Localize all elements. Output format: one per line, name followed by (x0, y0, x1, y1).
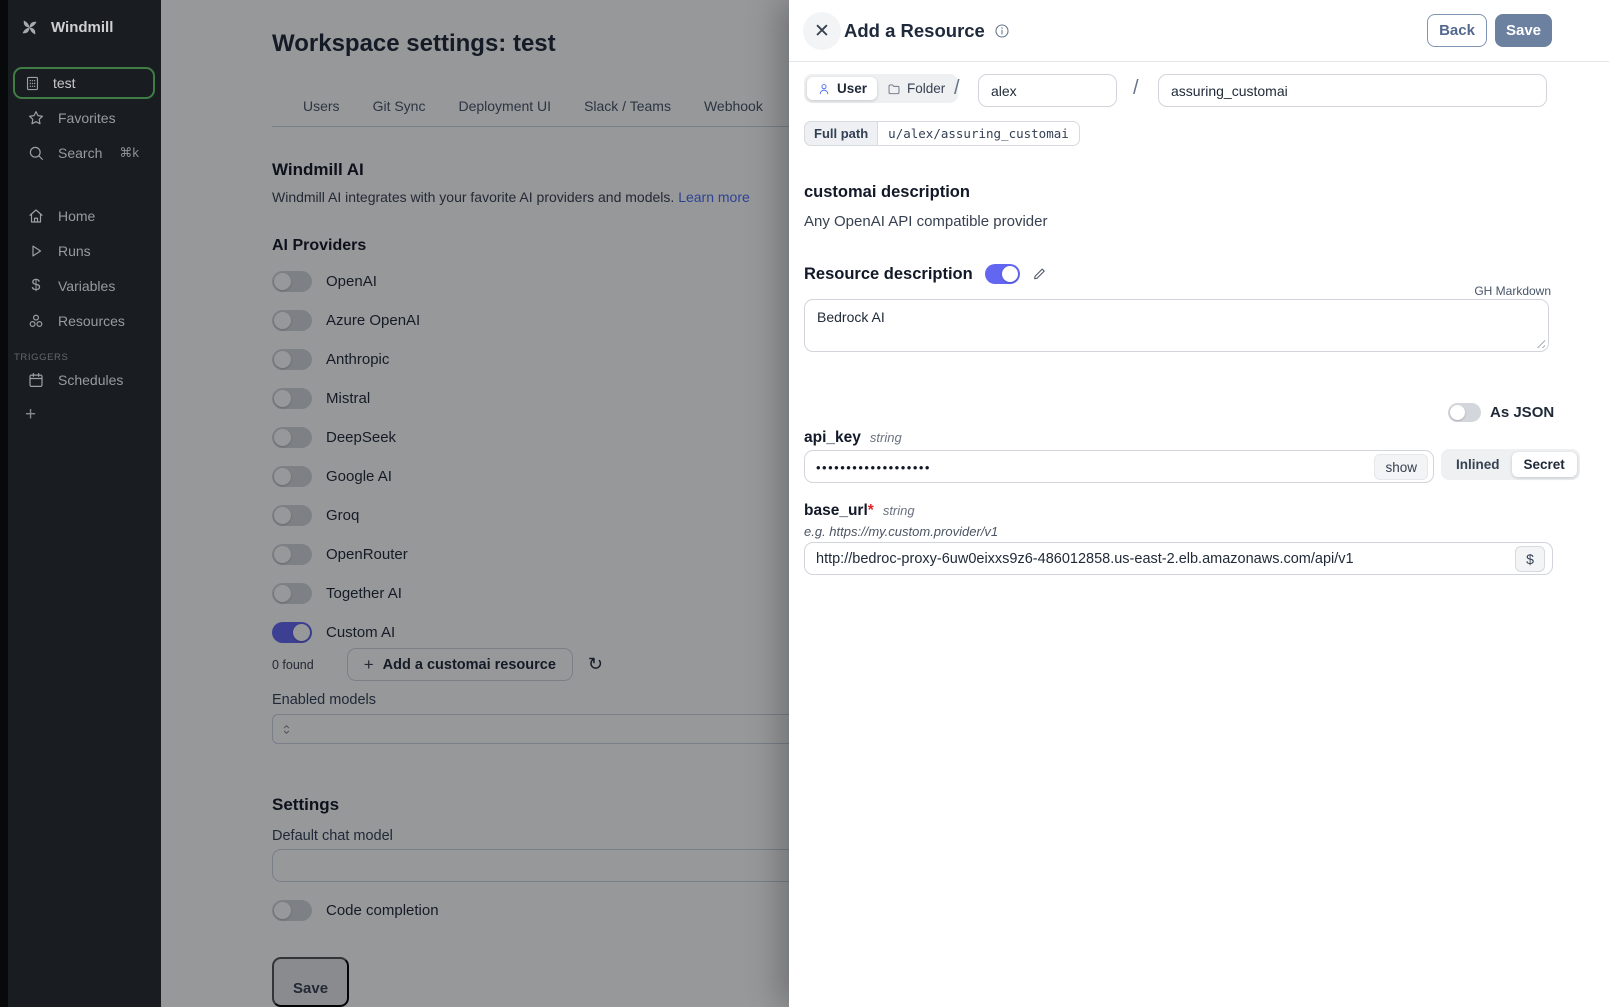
path-separator: / (954, 77, 960, 100)
resource-description-toggle[interactable] (985, 264, 1020, 284)
sidebar-item-resources[interactable]: Resources (27, 311, 125, 331)
api-key-type: string (870, 430, 902, 445)
resource-description-textarea[interactable]: Bedrock AI (804, 299, 1549, 352)
api-key-name: api_key (804, 429, 861, 447)
resource-description-value: Bedrock AI (817, 309, 885, 325)
owner-kind-user[interactable]: User (807, 77, 877, 100)
path-separator: / (1133, 77, 1139, 100)
resource-type-heading: customai description (804, 183, 970, 202)
base-url-name-text: base_url (804, 502, 868, 519)
path-owner-input[interactable]: alex (978, 74, 1117, 107)
owner-kind-folder-label: Folder (907, 81, 945, 96)
owner-kind-folder[interactable]: Folder (877, 77, 955, 100)
sidebar-item-label: Variables (58, 278, 115, 294)
as-json-toggle[interactable] (1448, 403, 1481, 422)
app: Workspace settings: test UsersGit SyncDe… (0, 0, 1609, 1007)
full-path-value: u/alex/assuring_customai (877, 121, 1080, 146)
full-path-chip: Full path u/alex/assuring_customai (804, 121, 1080, 146)
close-button[interactable]: ✕ (803, 12, 841, 50)
path-owner-value: alex (991, 83, 1017, 99)
base-url-name: base_url* (804, 502, 874, 520)
sidebar-item-label: Schedules (58, 372, 123, 388)
sidebar-item-home[interactable]: Home (27, 206, 95, 226)
variable-picker-button[interactable]: $ (1515, 546, 1545, 572)
info-icon (994, 23, 1010, 39)
base-url-value: http://bedroc-proxy-6uw0eixxs9z6-4860128… (816, 551, 1354, 567)
owner-kind-segmented: User Folder (804, 74, 958, 103)
path-name-input[interactable]: assuring_customai (1158, 74, 1547, 107)
sidebar-item-label: Runs (58, 243, 91, 259)
drawer-header: ✕ Add a Resource Back Save (789, 0, 1609, 62)
sidebar-item-label: Resources (58, 313, 125, 329)
owner-kind-user-label: User (837, 81, 867, 96)
close-icon: ✕ (814, 22, 830, 41)
sidebar: Windmill test Favorites Search ⌘k Home R… (0, 0, 161, 1007)
resource-description-row: Resource description (804, 264, 1048, 284)
sidebar-add-button[interactable]: + (25, 405, 36, 424)
search-shortcut: ⌘k (119, 145, 139, 161)
back-button[interactable]: Back (1427, 14, 1487, 47)
triggers-section-label: TRIGGERS (14, 352, 68, 363)
calendar-icon (27, 371, 45, 389)
dollar-icon: $ (27, 277, 45, 295)
sidebar-item-label: Search (58, 145, 102, 161)
sidebar-item-search[interactable]: Search ⌘k (27, 143, 139, 163)
windmill-logo-icon (19, 17, 40, 38)
sidebar-item-favorites[interactable]: Favorites (27, 108, 116, 128)
app-logo[interactable]: Windmill (19, 17, 113, 38)
drawer-title: Add a Resource (844, 20, 985, 42)
base-url-hint: e.g. https://my.custom.provider/v1 (804, 524, 998, 539)
required-asterisk: * (868, 502, 874, 519)
drawer-save-button[interactable]: Save (1495, 14, 1552, 47)
workspace-name: test (53, 75, 76, 91)
sidebar-item-variables[interactable]: $ Variables (27, 276, 115, 296)
sidebar-item-label: Favorites (58, 110, 116, 126)
sidebar-item-runs[interactable]: Runs (27, 241, 91, 261)
play-icon (27, 242, 45, 260)
resource-type-description: Any OpenAI API compatible provider (804, 213, 1047, 230)
star-icon (27, 109, 45, 127)
base-url-type: string (883, 503, 915, 518)
home-icon (27, 207, 45, 225)
add-resource-drawer: ✕ Add a Resource Back Save User Folder /… (789, 0, 1609, 1007)
search-icon (27, 144, 45, 162)
api-key-field-label: api_key string (804, 429, 902, 447)
show-password-button[interactable]: show (1374, 454, 1428, 480)
sidebar-item-label: Home (58, 208, 95, 224)
app-logo-label: Windmill (51, 19, 113, 36)
building-icon (24, 75, 41, 92)
pencil-icon[interactable] (1032, 266, 1048, 282)
resource-description-heading: Resource description (804, 265, 973, 284)
resize-handle[interactable] (1534, 337, 1545, 348)
user-icon (817, 82, 831, 96)
as-json-label: As JSON (1490, 404, 1554, 421)
inlined-secret-segmented: Inlined Secret (1441, 449, 1580, 480)
as-json-row: As JSON (1448, 403, 1554, 422)
api-key-masked-value: ••••••••••••••••••• (816, 460, 931, 475)
full-path-label: Full path (804, 121, 877, 146)
window-edge (0, 0, 8, 1007)
base-url-input[interactable]: http://bedroc-proxy-6uw0eixxs9z6-4860128… (804, 542, 1553, 575)
path-name-value: assuring_customai (1171, 83, 1288, 99)
workspace-selector[interactable]: test (13, 67, 155, 99)
api-key-input[interactable]: ••••••••••••••••••• show (804, 450, 1434, 483)
secret-option[interactable]: Secret (1512, 452, 1577, 477)
drawer-title-row: Add a Resource (844, 20, 1010, 42)
base-url-field-label: base_url* string (804, 502, 915, 520)
markdown-hint: GH Markdown (1474, 284, 1551, 298)
resources-icon (27, 312, 45, 330)
inlined-option[interactable]: Inlined (1444, 452, 1512, 477)
folder-icon (887, 82, 901, 96)
sidebar-item-schedules[interactable]: Schedules (27, 370, 123, 390)
